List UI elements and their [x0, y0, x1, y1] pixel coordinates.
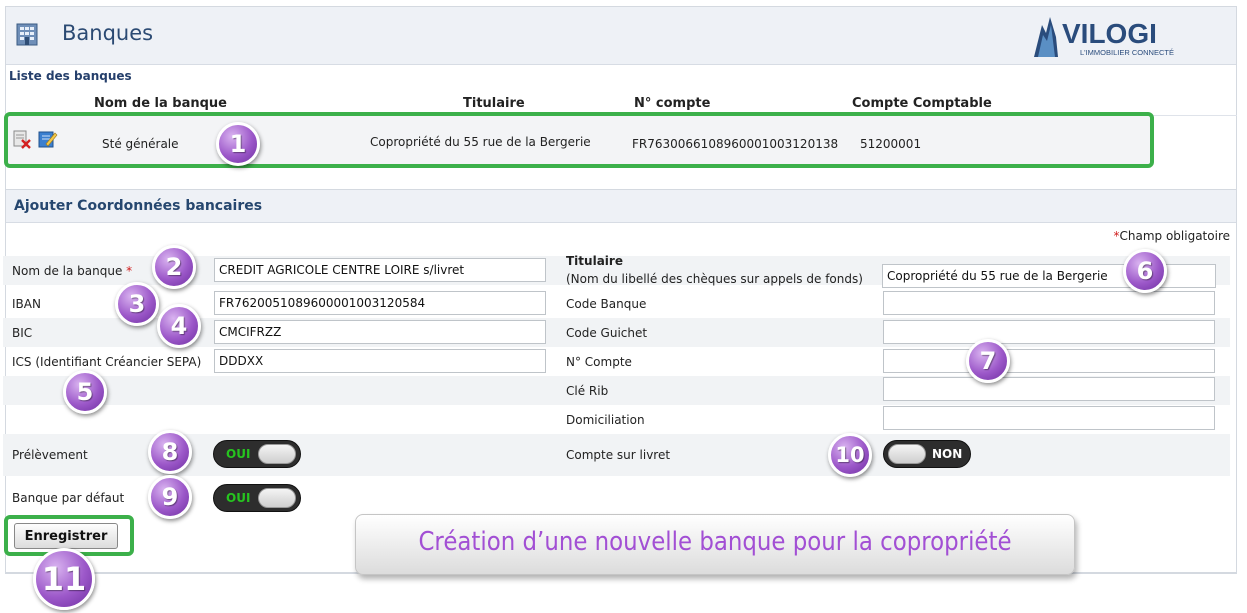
- bank-code-input[interactable]: [883, 291, 1215, 315]
- bank-code-label: Code Banque: [566, 297, 647, 311]
- account-number-label: N° Compte: [566, 355, 632, 369]
- default-bank-label: Banque par défaut: [12, 491, 125, 505]
- step-badge-11: 11: [33, 548, 95, 610]
- step-badge-7: 7: [966, 339, 1010, 383]
- required-note: *Champ obligatoire: [1113, 229, 1231, 243]
- step-badge-2: 2: [152, 245, 196, 289]
- holder-sub-label: (Nom du libellé des chèques sur appels d…: [566, 272, 863, 286]
- page-title: Banques: [62, 21, 154, 45]
- ledger-cell: 51200001: [860, 137, 922, 151]
- direct-debit-toggle-text: OUI: [226, 447, 251, 461]
- branch-code-input[interactable]: [883, 320, 1215, 344]
- column-header-ledger[interactable]: Compte Comptable: [852, 96, 992, 111]
- domiciliation-input[interactable]: [883, 406, 1215, 430]
- savings-account-toggle[interactable]: NON: [883, 440, 971, 468]
- step-badge-4: 4: [157, 304, 201, 348]
- edit-icon[interactable]: [38, 129, 58, 149]
- page-header: Banques VILOGI L'IMMOBILIER CONNECTÉ: [6, 7, 1236, 65]
- ics-label: ICS (Identifiant Créancier SEPA): [12, 355, 202, 369]
- default-bank-toggle-text: OUI: [226, 491, 251, 505]
- domiciliation-label: Domiciliation: [566, 413, 645, 427]
- iban-input[interactable]: [214, 291, 546, 315]
- savings-toggle-text: NON: [932, 447, 963, 461]
- step-badge-10: 10: [828, 433, 872, 477]
- step-badge-5: 5: [63, 370, 107, 414]
- savings-account-label: Compte sur livret: [566, 448, 671, 462]
- step-badge-8: 8: [148, 430, 192, 474]
- form-title: Ajouter Coordonnées bancaires: [6, 190, 1236, 223]
- bank-name-label: Nom de la banque *: [12, 264, 133, 278]
- bank-name-cell: Sté générale: [102, 137, 179, 151]
- ics-input[interactable]: [214, 349, 546, 373]
- branch-code-label: Code Guichet: [566, 326, 648, 340]
- account-number-input[interactable]: [883, 349, 1215, 373]
- holder-label: Titulaire: [566, 254, 623, 268]
- default-bank-toggle[interactable]: OUI: [213, 484, 301, 512]
- bank-name-input[interactable]: [214, 258, 546, 282]
- bic-label: BIC: [12, 326, 33, 340]
- logo-tagline: L'IMMOBILIER CONNECTÉ: [1080, 48, 1174, 57]
- step-badge-1: 1: [216, 122, 260, 166]
- toggle-knob: [888, 444, 926, 464]
- bic-input[interactable]: [214, 320, 546, 344]
- toggle-knob: [258, 444, 296, 464]
- rib-key-input[interactable]: [883, 377, 1215, 401]
- step-badge-3: 3: [115, 282, 159, 326]
- holder-cell: Copropriété du 55 rue de la Bergerie: [370, 135, 591, 149]
- account-cell: FR7630066108960001003120138: [632, 137, 839, 151]
- rib-key-label: Clé Rib: [566, 384, 609, 398]
- caption-callout: Création d’une nouvelle banque pour la c…: [355, 514, 1075, 575]
- delete-icon[interactable]: [12, 129, 32, 149]
- direct-debit-label: Prélèvement: [12, 448, 88, 462]
- logo-wordmark: VILOGI: [1062, 18, 1157, 49]
- vilogi-logo: VILOGI L'IMMOBILIER CONNECTÉ: [1034, 17, 1174, 57]
- column-header-holder[interactable]: Titulaire: [463, 96, 525, 111]
- column-header-account[interactable]: N° compte: [634, 96, 710, 111]
- toggle-knob: [258, 488, 296, 508]
- column-header-name[interactable]: Nom de la banque: [94, 96, 227, 111]
- save-button[interactable]: Enregistrer: [14, 523, 118, 549]
- iban-label: IBAN: [12, 297, 41, 311]
- bank-list-title: Liste des banques: [9, 69, 132, 83]
- direct-debit-toggle[interactable]: OUI: [213, 440, 301, 468]
- step-badge-6: 6: [1123, 249, 1167, 293]
- bank-building-icon: [16, 23, 38, 46]
- step-badge-9: 9: [148, 475, 192, 519]
- caption-text: Création d’une nouvelle banque pour la c…: [418, 527, 1012, 557]
